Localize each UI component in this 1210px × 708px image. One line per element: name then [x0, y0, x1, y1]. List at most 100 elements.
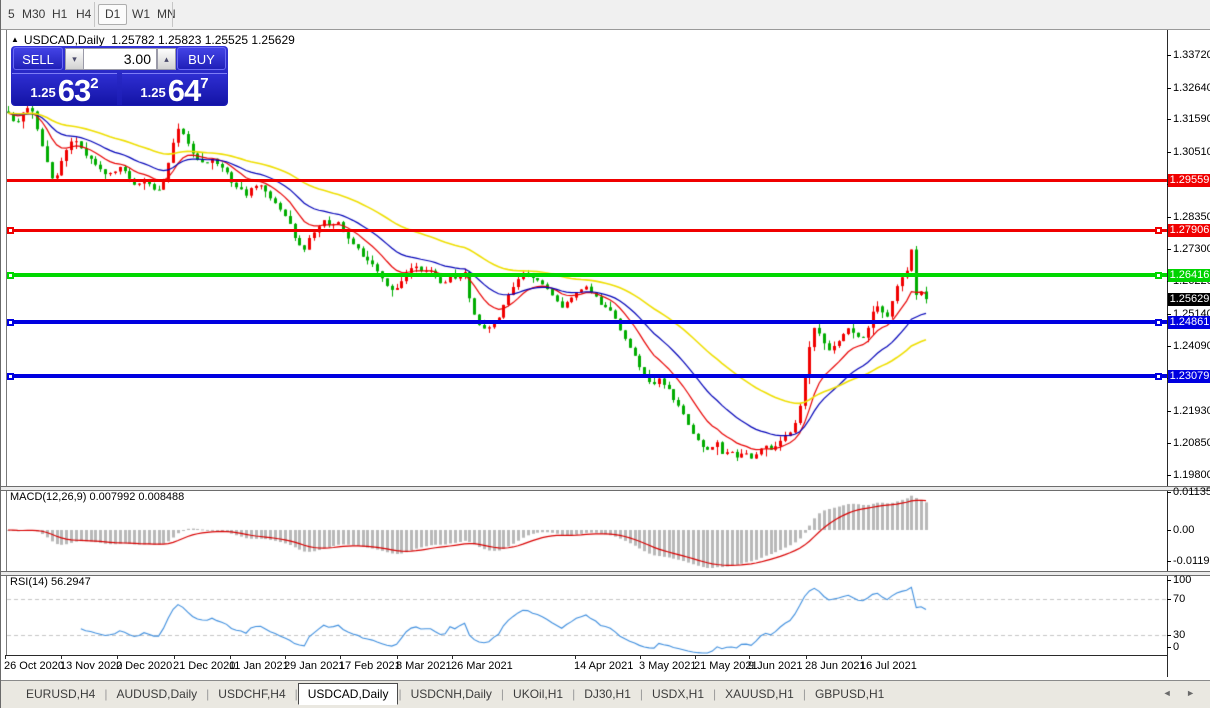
chart-tab-AUDUSD-Daily[interactable]: AUDUSD,Daily: [107, 684, 206, 705]
sell-price-display[interactable]: 1.25 63 2: [12, 73, 117, 108]
rsi-axis-tick-mark: [1167, 647, 1171, 648]
chart-header: ▲ USDCAD,Daily 1.25782 1.25823 1.25525 1.…: [11, 33, 295, 47]
sell-price-pips: 63: [57, 73, 91, 108]
price-axis-tick-label: 1.28350: [1173, 211, 1210, 224]
chart-tab-UKOil-H1[interactable]: UKOil,H1: [504, 684, 572, 705]
tab-scroll-arrows[interactable]: ◄ ►: [1163, 688, 1201, 698]
price-axis-tick-mark: [1167, 217, 1171, 219]
price-axis-tick-mark: [1167, 313, 1171, 315]
timeframe-toolbar: 5 M30 H1 H4 D1 W1 MN: [1, 0, 1210, 30]
macd-axis-label: 0.01135: [1173, 486, 1210, 498]
chart-tab-USDCNH-Daily[interactable]: USDCNH,Daily: [402, 684, 501, 705]
rsi-indicator-label: RSI(14) 56.2947: [10, 576, 91, 588]
horizontal-level-line-1.26416[interactable]: [7, 273, 1167, 278]
sell-price-base: 1.25: [30, 85, 56, 100]
buy-button[interactable]: BUY: [177, 47, 226, 70]
chart-tab-XAUUSD-H1[interactable]: XAUUSD,H1: [716, 684, 803, 705]
price-axis-tick-mark: [1167, 87, 1171, 89]
price-axis-tick-label: 1.27300: [1173, 242, 1210, 255]
volume-input[interactable]: 3.00: [83, 48, 157, 70]
price-axis-tick-mark: [1167, 248, 1171, 250]
chart-tab-USDCHF-H4[interactable]: USDCHF,H4: [209, 684, 294, 705]
date-axis-tick-mark: [230, 655, 231, 659]
horizontal-level-line-1.23079[interactable]: [7, 374, 1167, 379]
price-badge-1.29559: 1.29559: [1168, 174, 1210, 188]
level-line-right-marker[interactable]: [1155, 226, 1162, 234]
date-axis-tick-mark: [452, 655, 453, 659]
rsi-window-separator[interactable]: [1, 571, 1210, 576]
toolbar-separator: [94, 2, 95, 27]
collapse-trade-panel-icon[interactable]: ▲: [11, 35, 19, 44]
volume-decrease-button[interactable]: ▾: [65, 48, 84, 70]
macd-window-separator[interactable]: [1, 486, 1210, 491]
date-axis-tick-mark: [695, 655, 696, 659]
macd-indicator-label: MACD(12,26,9) 0.007992 0.008488: [10, 491, 185, 503]
date-axis-tick-mark: [285, 655, 286, 659]
date-axis-label: 28 Jun 2021: [805, 660, 866, 672]
price-axis-tick-mark: [1167, 151, 1171, 153]
price-badge-1.24861: 1.24861: [1168, 315, 1210, 329]
level-line-right-marker[interactable]: [1155, 318, 1162, 326]
chart-tab-GBPUSD-H1[interactable]: GBPUSD,H1: [806, 684, 893, 705]
price-axis-tick-label: 1.24090: [1173, 339, 1210, 352]
timeframe-button-D1[interactable]: D1: [98, 4, 128, 25]
date-axis-tick-mark: [806, 655, 807, 659]
price-axis-tick-label: 1.20850: [1173, 437, 1210, 450]
macd-axis-label: -0.01190: [1173, 555, 1210, 567]
date-axis-label: 8 Mar 2021: [396, 660, 452, 672]
chart-tab-bar: EURUSD,H4 | AUDUSD,Daily | USDCHF,H4 | USDCAD,…: [1, 680, 1210, 708]
date-axis-label: 3 May 2021: [639, 660, 697, 672]
price-axis-tick-mark: [1167, 119, 1171, 121]
chart-left-border: [6, 30, 7, 655]
price-axis-tick-label: 1.19800: [1173, 468, 1210, 481]
level-line-right-marker[interactable]: [1155, 271, 1162, 279]
date-axis-tick-mark: [749, 655, 750, 659]
date-axis-label: 26 Oct 2020: [4, 660, 64, 672]
buy-price-base: 1.25: [140, 85, 166, 100]
date-axis-label: 29 Jan 2021: [284, 660, 345, 672]
chart-tab-DJ30-H1[interactable]: DJ30,H1: [575, 684, 640, 705]
chart-tab-EURUSD-H4[interactable]: EURUSD,H4: [17, 684, 104, 705]
rsi-axis-label: 70: [1173, 593, 1186, 605]
trading-platform-window: 5 M30 H1 H4 D1 W1 MN ▲ USDCAD,Daily 1.25782 1.2…: [0, 0, 1210, 708]
level-line-left-marker[interactable]: [7, 318, 14, 326]
timeframe-button-MN[interactable]: MN: [150, 4, 183, 25]
price-badge-1.27906: 1.27906: [1168, 223, 1210, 237]
date-axis-tick-mark: [861, 655, 862, 659]
rsi-axis-label: 100: [1173, 574, 1192, 586]
date-axis-label: 26 Mar 2021: [451, 660, 513, 672]
level-line-left-marker[interactable]: [7, 271, 14, 279]
buy-price-display[interactable]: 1.25 64 7: [122, 73, 227, 108]
level-line-left-marker[interactable]: [7, 372, 14, 380]
one-click-trade-panel: SELL ▾ 3.00 ▴ BUY 1.25 63 2 1.25 64 7: [11, 46, 228, 106]
date-axis-label: 14 Apr 2021: [574, 660, 634, 672]
date-axis-label: 16 Jul 2021: [860, 660, 917, 672]
date-axis-tick-mark: [340, 655, 341, 659]
price-axis-tick-mark: [1167, 410, 1171, 412]
date-axis-tick-mark: [5, 655, 6, 659]
horizontal-level-line-1.29559[interactable]: [7, 179, 1167, 183]
price-badge-1.26416: 1.26416: [1168, 268, 1210, 282]
price-axis-tick-mark: [1167, 443, 1171, 445]
level-line-right-marker[interactable]: [1155, 372, 1162, 380]
horizontal-level-line-1.24861[interactable]: [7, 320, 1167, 325]
date-axis-tick-mark: [117, 655, 118, 659]
buy-price-pips: 64: [167, 73, 201, 108]
chart-ohlc-values: 1.25782 1.25823 1.25525 1.25629: [111, 33, 295, 47]
date-axis-label: 13 Nov 2020: [60, 660, 123, 672]
macd-axis-label: 0.00: [1173, 524, 1195, 536]
horizontal-level-line-1.27906[interactable]: [7, 228, 1167, 232]
chart-tab-USDCAD-Daily[interactable]: USDCAD,Daily: [297, 683, 399, 705]
chart-symbol-label: USDCAD,Daily: [23, 33, 105, 47]
price-badge-1.25629: 1.25629: [1168, 292, 1210, 306]
price-axis-tick-label: 1.30510: [1173, 145, 1210, 158]
macd-axis-tick-mark: [1167, 561, 1171, 562]
date-axis-label: 17 Feb 2021: [339, 660, 401, 672]
price-axis-tick-mark: [1167, 345, 1171, 347]
level-line-left-marker[interactable]: [7, 226, 14, 234]
chart-tab-USDX-H1[interactable]: USDX,H1: [643, 684, 713, 705]
volume-increase-button[interactable]: ▴: [157, 48, 176, 70]
sell-button[interactable]: SELL: [13, 47, 63, 70]
buy-price-point: 7: [200, 75, 209, 92]
date-axis-label: 2 Dec 2020: [116, 660, 173, 672]
